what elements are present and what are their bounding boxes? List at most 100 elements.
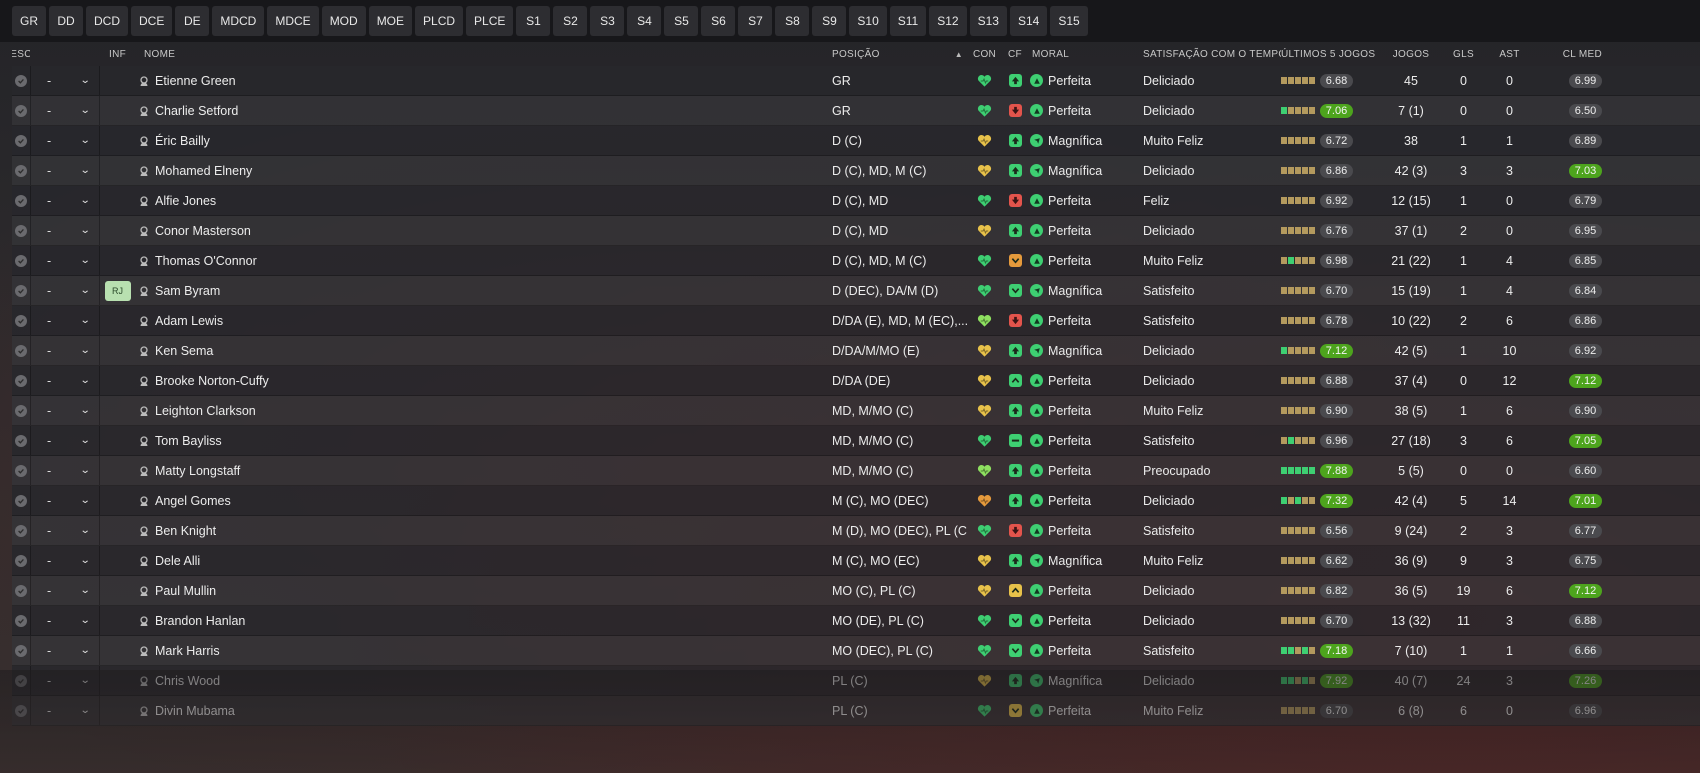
check-circle-icon[interactable] [15,524,27,537]
player-name-cell[interactable]: Ken Sema [135,336,832,365]
player-name-cell[interactable]: Charlie Setford [135,96,832,125]
check-circle-icon[interactable] [15,404,27,417]
col-con[interactable]: CON [967,42,1002,66]
player-name-cell[interactable]: Dele Alli [135,546,832,575]
player-name-cell[interactable]: Ben Knight [135,516,832,545]
player-name[interactable]: Ben Knight [155,524,216,538]
chevron-down-icon[interactable]: ⌄ [79,435,90,446]
player-name[interactable]: Charlie Setford [155,104,238,118]
table-row[interactable]: - ⌄ Matty Longstaff MD, M/MO (C) Perfeita Pre… [12,456,1700,486]
table-row[interactable]: - ⌄ Tom Bayliss MD, M/MO (C) Perfeita Satisfe… [12,426,1700,456]
check-circle-icon[interactable] [15,254,27,267]
col-satisfaction[interactable]: SATISFAÇÃO COM O TEMPO... [1143,42,1281,66]
position-tab-mdce[interactable]: MDCE [267,6,319,36]
col-assists[interactable]: AST [1486,42,1533,66]
chevron-down-icon[interactable]: ⌄ [79,75,90,86]
select-cell[interactable] [12,126,30,155]
position-tab-moe[interactable]: MOE [368,6,413,36]
select-cell[interactable] [12,96,30,125]
select-cell[interactable] [12,546,30,575]
chevron-down-icon[interactable]: ⌄ [79,495,90,506]
player-name[interactable]: Sam Byram [155,284,220,298]
check-circle-icon[interactable] [15,644,27,657]
player-name[interactable]: Leighton Clarkson [155,404,256,418]
selection-dropdown[interactable]: -⌄ [30,486,100,515]
chevron-down-icon[interactable]: ⌄ [79,315,90,326]
select-cell[interactable] [12,606,30,635]
select-cell[interactable] [12,636,30,665]
position-tab-s1[interactable]: S1 [516,6,551,36]
selection-dropdown[interactable]: -⌄ [30,186,100,215]
col-name[interactable]: NOME [135,42,832,66]
table-row[interactable]: - ⌄ Éric Bailly D (C) Magnífica Muito Feliz 6.… [12,126,1700,156]
selection-dropdown[interactable]: -⌄ [30,426,100,455]
player-name[interactable]: Mohamed Elneny [155,164,252,178]
col-goals[interactable]: GLS [1441,42,1486,66]
check-circle-icon[interactable] [15,584,27,597]
col-inf[interactable]: INF [100,42,135,66]
chevron-down-icon[interactable]: ⌄ [79,135,90,146]
selection-dropdown[interactable]: -⌄ [30,246,100,275]
select-cell[interactable] [12,156,30,185]
player-name-cell[interactable]: Éric Bailly [135,126,832,155]
table-row[interactable]: - ⌄ RJ Sam Byram D (DEC), DA/M (D) Magnífica S… [12,276,1700,306]
position-tab-s8[interactable]: S8 [775,6,810,36]
player-name-cell[interactable]: Adam Lewis [135,306,832,335]
check-circle-icon[interactable] [15,554,27,567]
position-tab-plce[interactable]: PLCE [466,6,514,36]
check-circle-icon[interactable] [15,434,27,447]
select-cell[interactable] [12,426,30,455]
position-tab-s15[interactable]: S15 [1050,6,1088,36]
table-row[interactable]: - ⌄ Conor Masterson D (C), MD Perfeita Delici… [12,216,1700,246]
check-circle-icon[interactable] [15,344,27,357]
player-name-cell[interactable]: Thomas O'Connor [135,246,832,275]
position-tab-s4[interactable]: S4 [627,6,662,36]
selection-dropdown[interactable]: -⌄ [30,456,100,485]
check-circle-icon[interactable] [15,374,27,387]
player-name[interactable]: Thomas O'Connor [155,254,257,268]
player-name-cell[interactable]: Matty Longstaff [135,456,832,485]
chevron-down-icon[interactable]: ⌄ [79,525,90,536]
table-row[interactable]: - ⌄ Brandon Hanlan MO (DE), PL (C) Perfeita D… [12,606,1700,636]
table-row[interactable]: - ⌄ Dele Alli M (C), MO (EC) Magnífica Muito … [12,546,1700,576]
position-tab-s14[interactable]: S14 [1009,6,1048,36]
check-circle-icon[interactable] [15,614,27,627]
selection-dropdown[interactable]: -⌄ [30,276,100,305]
col-last5[interactable]: ÚLTIMOS 5 JOGOS [1281,42,1381,66]
table-row[interactable]: - ⌄ Etienne Green GR Perfeita Deliciado 6.68 45… [12,66,1700,96]
chevron-down-icon[interactable]: ⌄ [79,225,90,236]
select-cell[interactable] [12,246,30,275]
col-cf[interactable]: CF [1002,42,1028,66]
position-tab-plcd[interactable]: PLCD [415,6,464,36]
check-circle-icon[interactable] [15,74,27,87]
col-position[interactable]: POSIÇÃO ▲ [832,42,967,66]
player-name[interactable]: Etienne Green [155,74,236,88]
position-tab-de[interactable]: DE [175,6,210,36]
selection-dropdown[interactable]: -⌄ [30,336,100,365]
selection-dropdown[interactable]: -⌄ [30,636,100,665]
chevron-down-icon[interactable]: ⌄ [79,345,90,356]
player-name[interactable]: Brandon Hanlan [155,614,245,628]
table-row[interactable]: - ⌄ Charlie Setford GR Perfeita Deliciado 7.06… [12,96,1700,126]
chevron-down-icon[interactable]: ⌄ [79,375,90,386]
table-row[interactable]: - ⌄ Angel Gomes M (C), MO (DEC) Perfeita Deli… [12,486,1700,516]
player-name-cell[interactable]: Paul Mullin [135,576,832,605]
chevron-down-icon[interactable]: ⌄ [79,105,90,116]
selection-dropdown[interactable]: -⌄ [30,546,100,575]
position-tab-gr[interactable]: GR [12,6,46,36]
check-circle-icon[interactable] [15,494,27,507]
player-name[interactable]: Tom Bayliss [155,434,222,448]
col-esc[interactable]: ESC [12,42,30,66]
select-cell[interactable] [12,396,30,425]
position-tab-s2[interactable]: S2 [553,6,588,36]
player-name[interactable]: Alfie Jones [155,194,216,208]
position-tab-mdcd[interactable]: MDCD [212,6,265,36]
table-row[interactable]: - ⌄ Brooke Norton-Cuffy D/DA (DE) Perfeita De… [12,366,1700,396]
player-name[interactable]: Adam Lewis [155,314,223,328]
position-tab-s9[interactable]: S9 [812,6,847,36]
select-cell[interactable] [12,216,30,245]
check-circle-icon[interactable] [15,134,27,147]
player-name-cell[interactable]: Mark Harris [135,636,832,665]
select-cell[interactable] [12,576,30,605]
selection-dropdown[interactable]: -⌄ [30,96,100,125]
